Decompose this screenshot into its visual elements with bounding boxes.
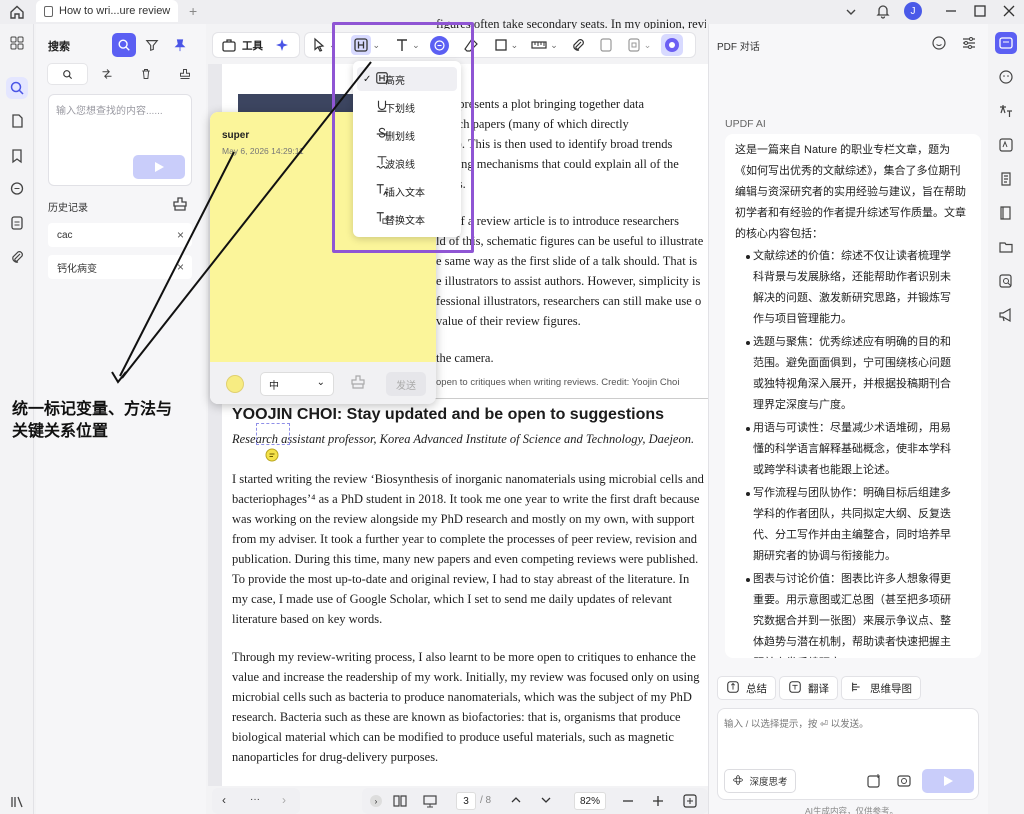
ai-panel-title: PDF 对话 [717, 42, 760, 53]
chevron-down-icon[interactable] [540, 794, 552, 806]
zoom-in-icon[interactable] [652, 795, 664, 807]
bottom-left-bar: ‹ ··· › [212, 788, 300, 814]
page-total: / 8 [480, 795, 492, 806]
ai-bullet-line: 题并启发后续研究。 [753, 653, 852, 658]
ai-bullet-line: 或跨学科读者也能跟上论述。 [753, 464, 896, 476]
ai-bullet-line: 图表与讨论价值：图表比许多人想象得更 [753, 573, 951, 585]
ai-bullet-line: 体趋势与潜在机制，帮助读者快速把握主 [753, 636, 951, 648]
bullet-dot [746, 341, 750, 345]
book-icon[interactable] [995, 202, 1017, 224]
ai-prompt-placeholder: 输入 / 以选择提示，按 ⏎ 以发送。 [724, 719, 869, 730]
explain-icon[interactable] [995, 134, 1017, 156]
summarize-chip[interactable]: 总结 [717, 676, 776, 700]
mindmap-icon [850, 680, 864, 697]
page-view-icon[interactable] [392, 793, 408, 809]
screenshot-icon[interactable] [896, 773, 912, 789]
annotation-line: 关键关系位置 [12, 421, 109, 440]
ai-bullet-line: 写作流程与团队协作：明确目标后组建多 [753, 487, 951, 499]
ai-bullet-line: 解决的问题、激发新研究思路，并锻炼写 [753, 292, 951, 304]
ai-intro-line: 的核心内容包括： [735, 228, 823, 240]
collapse-icon[interactable]: › [370, 795, 382, 807]
assistant-name: UPDF AI [725, 118, 766, 130]
right-rail [988, 24, 1024, 814]
ai-bullet-line: 或独特视角深入展开，并根据投稿期刊合 [753, 378, 951, 390]
arrow-line [121, 61, 372, 379]
ai-bullet-line: 期研究者的协调与衔接能力。 [753, 550, 896, 562]
more-icon[interactable]: ··· [250, 794, 260, 805]
ai-intro-line: 初学者和有经验的作者提升综述写作质量。文章 [735, 207, 966, 219]
translate-icon [788, 680, 802, 697]
bullet-dot [746, 255, 750, 259]
atom-icon [732, 774, 744, 789]
ai-bullet-line: 用语与可读性：尽量减少术语堆砌，用易 [753, 422, 951, 434]
bullet-dot [746, 427, 750, 431]
ai-bullet-line: 文献综述的价值：综述不仅让读者梳理学 [753, 250, 951, 262]
summary-doc-icon[interactable] [995, 168, 1017, 190]
annotation-line: 统一标记变量、方法与 [12, 399, 173, 418]
present-icon[interactable] [422, 793, 438, 809]
zoom-level[interactable]: 82% [574, 792, 606, 810]
chevron-right-icon[interactable]: › [282, 793, 286, 807]
deep-think-label: 深度思考 [749, 777, 788, 788]
ai-bullet-line: 究数据合并到一张图）来展示争议点、整 [753, 615, 951, 627]
bullet-dot [746, 492, 750, 496]
ai-bullet-line: 科背景与发展脉络，还能帮助作者识别未 [753, 271, 951, 283]
annotation-text: 统一标记变量、方法与 关键关系位置 [12, 398, 172, 442]
translate-icon[interactable] [995, 100, 1017, 122]
ai-prompt-input[interactable]: 输入 / 以选择提示，按 ⏎ 以发送。 深度思考 [717, 708, 979, 800]
chip-label: 总结 [746, 682, 767, 695]
ai-send-button[interactable] [922, 769, 974, 793]
ai-chat-panel: PDF 对话 UPDF AI 这是一篇来自 Nature 的职业专栏文章，题为《… [708, 24, 988, 814]
page-number-input[interactable]: 3 [456, 792, 476, 810]
ai-bullet-line: 作与项目管理能力。 [753, 313, 852, 325]
ai-intro-line: 编辑与资深研究者的实用经验与建议，旨在帮助 [735, 186, 966, 198]
folder-icon[interactable] [995, 236, 1017, 258]
mindmap-chip[interactable]: 思维导图 [841, 676, 921, 700]
ai-bullet-line: 重要。用示意图或汇总图（甚至把多项研 [753, 594, 951, 606]
chevron-left-icon[interactable]: ‹ [222, 793, 226, 807]
ai-intro-line: 这是一篇来自 Nature 的职业专栏文章，题为 [735, 144, 951, 156]
chat-pdf-icon[interactable] [995, 32, 1017, 54]
arrow-line [119, 151, 235, 377]
summarize-icon [726, 680, 740, 697]
ai-bullet-line: 代、分工写作并由主编整合，同时培养早 [753, 529, 951, 541]
zoom-out-icon[interactable] [622, 795, 634, 807]
ai-intro-line: 《如何写出优秀的文献综述》，集合了多位期刊 [735, 165, 961, 177]
settings-sliders-icon[interactable] [961, 35, 977, 51]
translate-chip[interactable]: 翻译 [779, 676, 838, 700]
ai-disclaimer: AI生成内容，仅供参考。 [805, 806, 899, 814]
history-clock-icon[interactable] [931, 35, 947, 51]
chat-emoji-icon[interactable] [995, 66, 1017, 88]
deep-think-toggle[interactable]: 深度思考 [724, 769, 796, 793]
ai-bullet-line: 学科的作者团队，共同拟定大纲、反复迭 [753, 508, 951, 520]
ai-bullet-line: 懂的科学语言解释基础概念，使非本学科 [753, 443, 951, 455]
page-navigation-bar: › 3 / 8 82% [362, 788, 708, 814]
ai-bullet-line: 理界定深度与广度。 [753, 399, 852, 411]
chevron-up-icon[interactable] [510, 794, 522, 806]
add-image-icon[interactable] [866, 773, 882, 789]
chip-label: 思维导图 [870, 682, 912, 695]
bullet-dot [746, 578, 750, 582]
chip-label: 翻译 [808, 682, 829, 695]
ai-bullet-line: 选题与聚焦：优秀综述应有明确的目的和 [753, 336, 951, 348]
megaphone-icon[interactable] [995, 304, 1017, 326]
ai-bullet-line: 范围。避免面面俱到，宁可围绕核心问题 [753, 357, 951, 369]
fit-page-icon[interactable] [682, 793, 698, 809]
search-doc-icon[interactable] [995, 270, 1017, 292]
ai-response-card: 这是一篇来自 Nature 的职业专栏文章，题为 《如何写出优秀的文献综述》，集合… [725, 134, 981, 658]
